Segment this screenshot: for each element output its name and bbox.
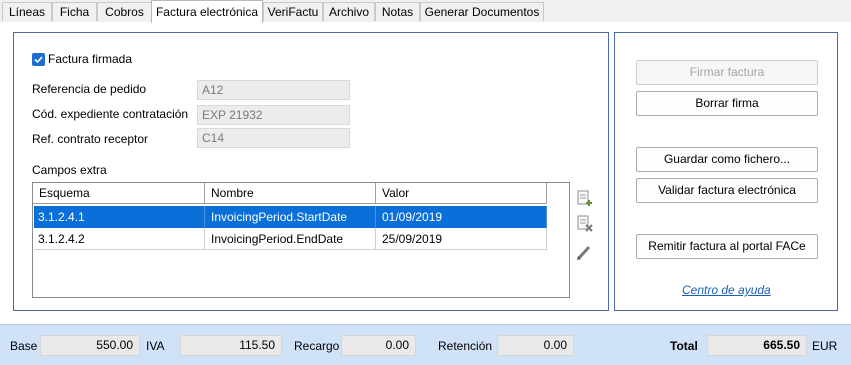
- recargo-value: 0.00: [341, 335, 416, 356]
- extra-fields-title: Campos extra: [32, 163, 107, 177]
- column-header-name[interactable]: Nombre: [205, 183, 376, 204]
- erase-signature-button[interactable]: Borrar firma: [636, 91, 818, 116]
- tab-content: Factura firmada Referencia de pedido A12…: [0, 22, 851, 324]
- tab-factura-electronica[interactable]: Factura electrónica: [151, 0, 263, 23]
- help-center-link[interactable]: Centro de ayuda: [682, 283, 771, 297]
- total-label: Total: [670, 339, 698, 353]
- electronic-invoice-panel: Factura firmada Referencia de pedido A12…: [13, 32, 609, 311]
- tab-verifactu[interactable]: VeriFactu: [263, 2, 323, 21]
- tab-generar-documentos[interactable]: Generar Documentos: [420, 2, 544, 21]
- contract-ref-label: Ref. contrato receptor: [32, 132, 149, 146]
- tab-cobros[interactable]: Cobros: [97, 2, 152, 21]
- cell-value: 01/09/2019: [376, 206, 547, 228]
- tab-ficha[interactable]: Ficha: [52, 2, 97, 21]
- cell-schema: 3.1.2.4.1: [34, 206, 205, 228]
- edit-icon[interactable]: [575, 243, 593, 261]
- send-to-face-button[interactable]: Remitir factura al portal FACe: [636, 234, 818, 259]
- totals-bar: Base 550.00 IVA 115.50 Recargo 0.00 Rete…: [0, 324, 851, 365]
- file-code-label: Cód. expediente contratación: [32, 107, 189, 121]
- column-header-schema[interactable]: Esquema: [33, 183, 205, 204]
- currency-label: EUR: [812, 339, 838, 353]
- retencion-value: 0.00: [497, 335, 574, 356]
- cell-name: InvoicingPeriod.EndDate: [205, 228, 376, 250]
- cell-name: InvoicingPeriod.StartDate: [205, 206, 376, 228]
- column-header-value[interactable]: Valor: [376, 183, 547, 204]
- order-ref-field[interactable]: A12: [197, 80, 350, 100]
- iva-value: 115.50: [180, 335, 282, 356]
- checkmark-icon: [34, 56, 43, 64]
- tab-archivo[interactable]: Archivo: [323, 2, 375, 21]
- order-ref-label: Referencia de pedido: [32, 82, 147, 96]
- extra-fields-grid[interactable]: Esquema Nombre Valor 3.1.2.4.1 Invoicing…: [32, 182, 570, 298]
- actions-panel: Firmar factura Borrar firma Guardar como…: [614, 32, 838, 311]
- iva-label: IVA: [146, 339, 165, 353]
- cell-schema: 3.1.2.4.2: [34, 228, 205, 250]
- tab-bar: Líneas Ficha Cobros Factura electrónica …: [0, 0, 851, 23]
- validate-invoice-button[interactable]: Validar factura electrónica: [636, 178, 818, 203]
- file-code-field[interactable]: EXP 21932: [197, 105, 350, 125]
- tab-lineas[interactable]: Líneas: [2, 2, 52, 21]
- recargo-label: Recargo: [294, 339, 340, 353]
- delete-row-icon[interactable]: [575, 214, 593, 232]
- retencion-label: Retención: [438, 339, 493, 353]
- tab-notas[interactable]: Notas: [375, 2, 420, 21]
- base-value: 550.00: [40, 335, 140, 356]
- sign-invoice-button[interactable]: Firmar factura: [636, 60, 818, 85]
- total-value: 665.50: [707, 335, 807, 356]
- base-label: Base: [10, 339, 38, 353]
- cell-value: 25/09/2019: [376, 228, 547, 250]
- signed-label: Factura firmada: [48, 52, 133, 66]
- add-row-icon[interactable]: [575, 189, 593, 207]
- contract-ref-field[interactable]: C14: [197, 128, 350, 148]
- save-as-file-button[interactable]: Guardar como fichero...: [636, 147, 818, 172]
- signed-checkbox[interactable]: [32, 53, 45, 66]
